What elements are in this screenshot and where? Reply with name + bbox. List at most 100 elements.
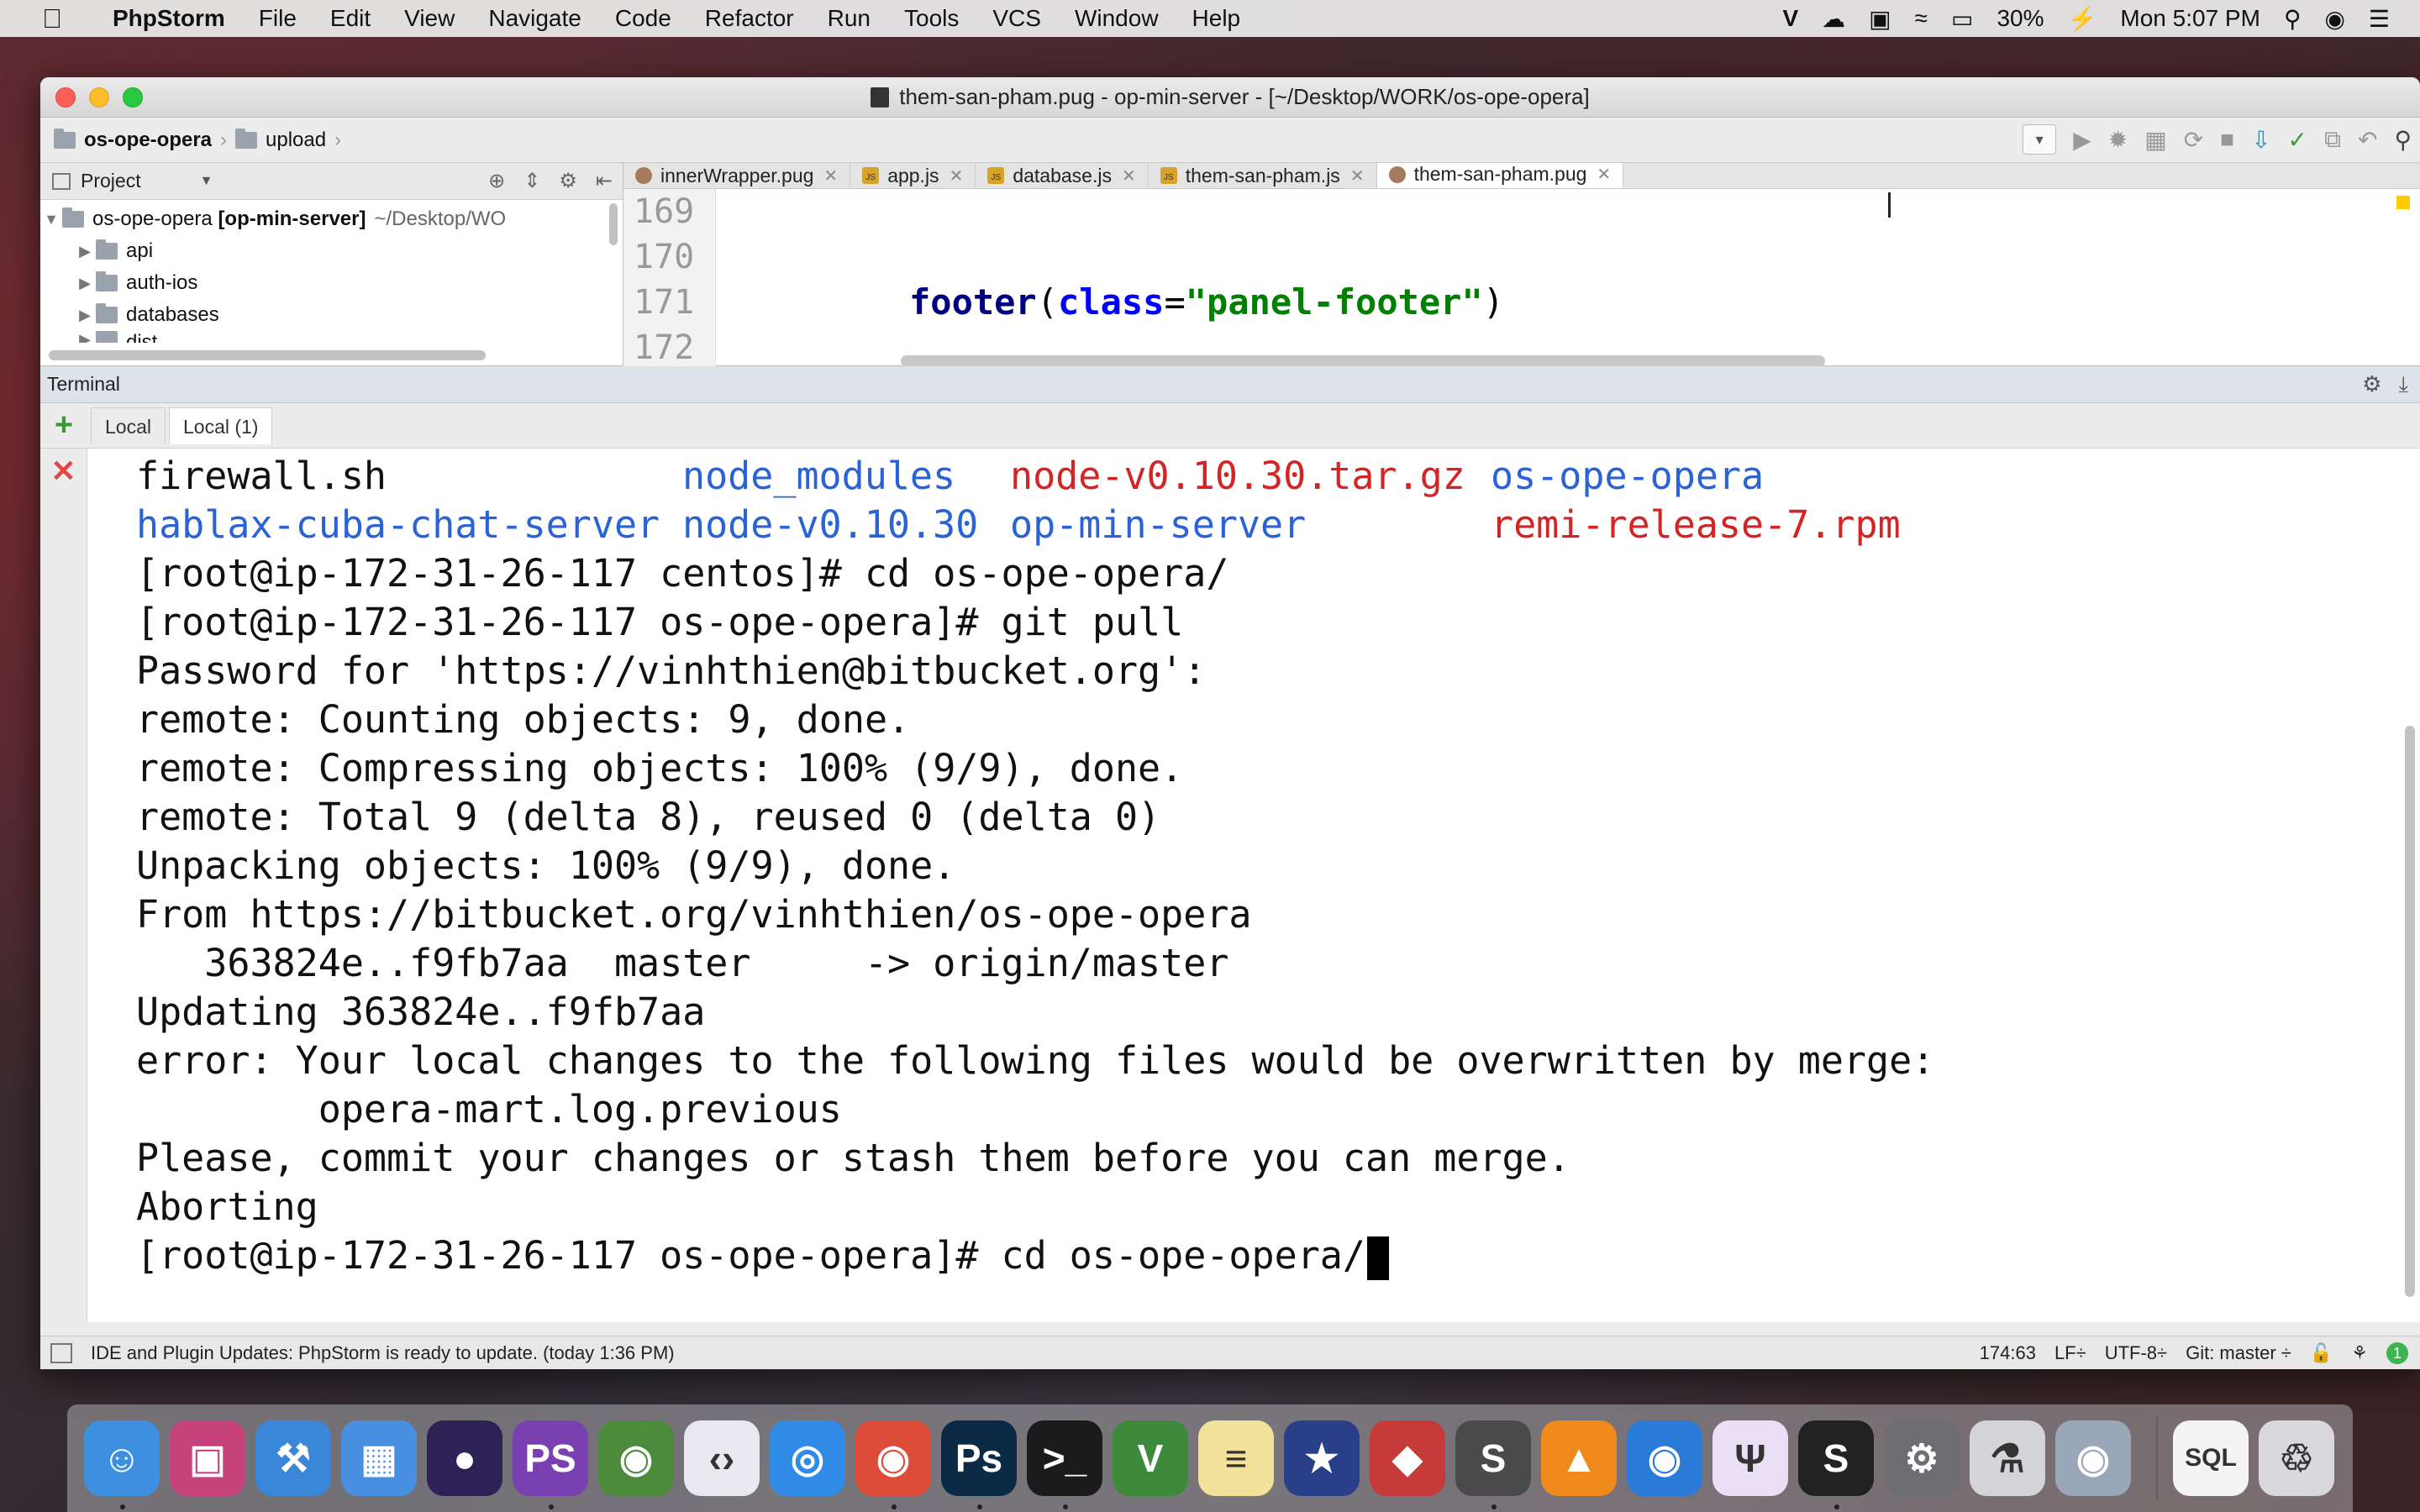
android-studio-icon[interactable]: ◉	[598, 1420, 674, 1496]
close-window-button[interactable]	[55, 87, 76, 108]
zoom-window-button[interactable]	[123, 87, 143, 108]
vim-icon[interactable]: V	[1113, 1420, 1188, 1496]
close-tab-icon[interactable]: ✕	[1122, 165, 1136, 186]
collapsed-arrow-icon[interactable]: ▶	[74, 331, 96, 343]
code-content[interactable]: footer(class="panel-footer")	[741, 189, 2420, 370]
airplay-icon[interactable]: ▭	[1951, 5, 1973, 33]
tab-app-js[interactable]: JS app.js ✕	[850, 163, 976, 188]
search-everywhere-icon[interactable]: ⚲	[2394, 126, 2412, 154]
usb-tool-icon[interactable]: Ψ	[1712, 1420, 1788, 1496]
collapsed-arrow-icon[interactable]: ▶	[74, 307, 96, 324]
profile-icon[interactable]: ⟳	[2184, 126, 2203, 154]
editor-horizontal-scrollbar[interactable]	[901, 355, 1825, 367]
tab-innerwrapper-pug[interactable]: innerWrapper.pug ✕	[623, 163, 851, 188]
scroll-from-source-icon[interactable]: ⊕	[488, 169, 505, 193]
pp-assistant-icon[interactable]: ◉	[1627, 1420, 1702, 1496]
menu-help[interactable]: Help	[1192, 5, 1241, 32]
code-editor[interactable]: 169 170 171 172 footer(class="panel-foot…	[623, 189, 2420, 370]
terminal-scrollbar[interactable]	[2405, 726, 2415, 1297]
collapsed-arrow-icon[interactable]: ▶	[74, 275, 96, 292]
caret-position[interactable]: 174:63	[1980, 1342, 2036, 1364]
vlc-icon[interactable]: ▲	[1541, 1420, 1617, 1496]
project-vertical-scrollbar[interactable]	[609, 203, 618, 245]
apple-icon[interactable]: 	[34, 3, 71, 34]
fold-gutter[interactable]	[716, 189, 741, 370]
minimize-window-button[interactable]	[89, 87, 109, 108]
tree-item-api[interactable]: ▶ api	[40, 235, 623, 267]
tree-item-dist[interactable]: ▶ dist	[40, 331, 623, 343]
simulator-icon[interactable]: ▦	[341, 1420, 417, 1496]
chevron-down-icon[interactable]: ▼	[200, 174, 213, 189]
menu-code[interactable]: Code	[615, 5, 671, 32]
git-client-icon[interactable]: ◆	[1370, 1420, 1445, 1496]
event-log-badge[interactable]: 1	[2386, 1341, 2408, 1364]
warning-marker[interactable]	[2396, 196, 2410, 209]
tab-database-js[interactable]: JS database.js ✕	[976, 163, 1149, 188]
clock[interactable]: Mon 5:07 PM	[2120, 5, 2260, 32]
file-encoding[interactable]: UTF-8÷	[2105, 1342, 2167, 1364]
chrome-icon[interactable]: ◉	[855, 1420, 931, 1509]
breadcrumb-project[interactable]: os-ope-opera	[84, 129, 212, 152]
close-tab-icon[interactable]: ✕	[823, 165, 838, 186]
menu-tools[interactable]: Tools	[904, 5, 959, 32]
close-session-icon[interactable]: ✕	[50, 454, 76, 1322]
sublime-text-icon[interactable]: S	[1455, 1420, 1531, 1509]
menu-edit[interactable]: Edit	[330, 5, 371, 32]
notification-center-icon[interactable]: ☰	[2369, 5, 2390, 33]
sql-file-icon[interactable]: SQL	[2173, 1420, 2249, 1496]
scrivener-icon[interactable]: S	[1798, 1420, 1874, 1509]
scrollbar-thumb[interactable]	[49, 350, 486, 360]
code-editor-icon[interactable]: ‹›	[684, 1420, 760, 1496]
wifi-icon[interactable]: ≈	[1915, 5, 1928, 32]
eclipse-icon[interactable]: ●	[427, 1420, 502, 1496]
window-titlebar[interactable]: them-san-pham.pug - op-min-server - [~/D…	[40, 77, 2420, 118]
battery-percent[interactable]: 30%	[1996, 5, 2044, 32]
menu-navigate[interactable]: Navigate	[488, 5, 581, 32]
hide-panel-icon[interactable]: ⇤	[596, 169, 613, 193]
tool-windows-icon[interactable]	[50, 1342, 72, 1363]
screen-share-icon[interactable]: ▣	[1869, 5, 1891, 33]
menu-run[interactable]: Run	[828, 5, 871, 32]
menu-view[interactable]: View	[404, 5, 455, 32]
gear-icon[interactable]: ⚙	[2362, 371, 2381, 398]
debug-icon[interactable]: ✹	[2108, 126, 2128, 154]
hide-panel-icon[interactable]: ⤓	[2399, 371, 2409, 398]
photoshop-icon[interactable]: Ps	[941, 1420, 1017, 1509]
expanded-arrow-icon[interactable]: ▼	[40, 211, 62, 228]
status-message[interactable]: IDE and Plugin Updates: PhpStorm is read…	[91, 1342, 675, 1364]
run-configuration-dropdown[interactable]: ▾	[2023, 124, 2057, 155]
project-view-label[interactable]: Project	[81, 170, 141, 192]
sequel-pro-icon[interactable]: ◉	[2055, 1420, 2131, 1496]
inspector-icon[interactable]: ⚘	[2351, 1342, 2368, 1364]
close-tab-icon[interactable]: ✕	[950, 165, 964, 186]
project-horizontal-scrollbar[interactable]	[40, 350, 623, 360]
notes-icon[interactable]: ≡	[1198, 1420, 1274, 1496]
safari-icon[interactable]: ◎	[770, 1420, 845, 1496]
creative-cloud-icon[interactable]: ☁	[1822, 5, 1845, 33]
menu-refactor[interactable]: Refactor	[705, 5, 794, 32]
spotlight-search-icon[interactable]: ⚲	[2284, 5, 2302, 33]
star-app-icon[interactable]: ★	[1284, 1420, 1360, 1496]
siri-icon[interactable]: ◉	[2324, 5, 2344, 33]
tree-root[interactable]: ▼ os-ope-opera [op-min-server] ~/Desktop…	[40, 203, 623, 235]
finder-icon[interactable]: ☺	[84, 1420, 160, 1509]
vcs-revert-icon[interactable]: ↶	[2358, 126, 2377, 154]
vim-status-icon[interactable]: V	[1782, 5, 1798, 32]
breadcrumb-upload[interactable]: upload	[266, 129, 326, 152]
terminal-tab-local[interactable]: Local	[91, 407, 166, 444]
gear-icon[interactable]: ⚙	[559, 169, 577, 193]
line-separator[interactable]: LF÷	[2054, 1342, 2086, 1364]
vcs-compare-icon[interactable]: ⧉	[2324, 126, 2341, 154]
battery-icon[interactable]: ⚡	[2068, 5, 2097, 33]
close-tab-icon[interactable]: ✕	[1350, 165, 1365, 186]
collapse-all-icon[interactable]: ⇕	[523, 169, 540, 193]
trash-icon[interactable]: ♲	[2259, 1420, 2334, 1496]
tree-item-databases[interactable]: ▶ databases	[40, 299, 623, 331]
vcs-update-icon[interactable]: ⇩	[2251, 126, 2270, 154]
lock-icon[interactable]: 🔓	[2310, 1342, 2333, 1364]
terminal-icon[interactable]: >_	[1027, 1420, 1102, 1509]
vcs-commit-icon[interactable]: ✓	[2288, 126, 2307, 154]
tab-them-san-pham-pug[interactable]: them-san-pham.pug ✕	[1376, 163, 1624, 188]
menu-app-name[interactable]: PhpStorm	[113, 5, 225, 32]
menu-window[interactable]: Window	[1075, 5, 1159, 32]
